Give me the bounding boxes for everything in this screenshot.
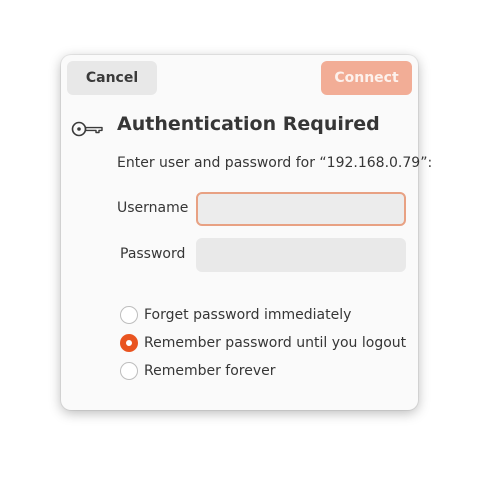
username-label: Username — [117, 200, 189, 216]
radio-label: Remember forever — [144, 363, 276, 379]
radio-remember-forever[interactable]: Remember forever — [120, 360, 276, 382]
key-icon — [71, 119, 105, 139]
dialog-title: Authentication Required — [117, 113, 380, 135]
password-label: Password — [120, 246, 186, 262]
radio-remember-until-logout[interactable]: Remember password until you logout — [120, 332, 406, 354]
radio-button[interactable] — [120, 306, 138, 324]
auth-prompt: Enter user and password for “192.168.0.7… — [117, 155, 433, 171]
username-input[interactable] — [196, 192, 406, 226]
radio-button-selected[interactable] — [120, 334, 138, 352]
radio-label: Remember password until you logout — [144, 335, 407, 351]
radio-forget-immediately[interactable]: Forget password immediately — [120, 304, 351, 326]
connect-button[interactable]: Connect — [321, 61, 412, 95]
auth-dialog: Cancel Connect Authentication Required E… — [61, 55, 432, 410]
radio-label: Forget password immediately — [144, 307, 352, 323]
password-input[interactable] — [196, 238, 406, 272]
cancel-button[interactable]: Cancel — [67, 61, 157, 95]
radio-button[interactable] — [120, 362, 138, 380]
